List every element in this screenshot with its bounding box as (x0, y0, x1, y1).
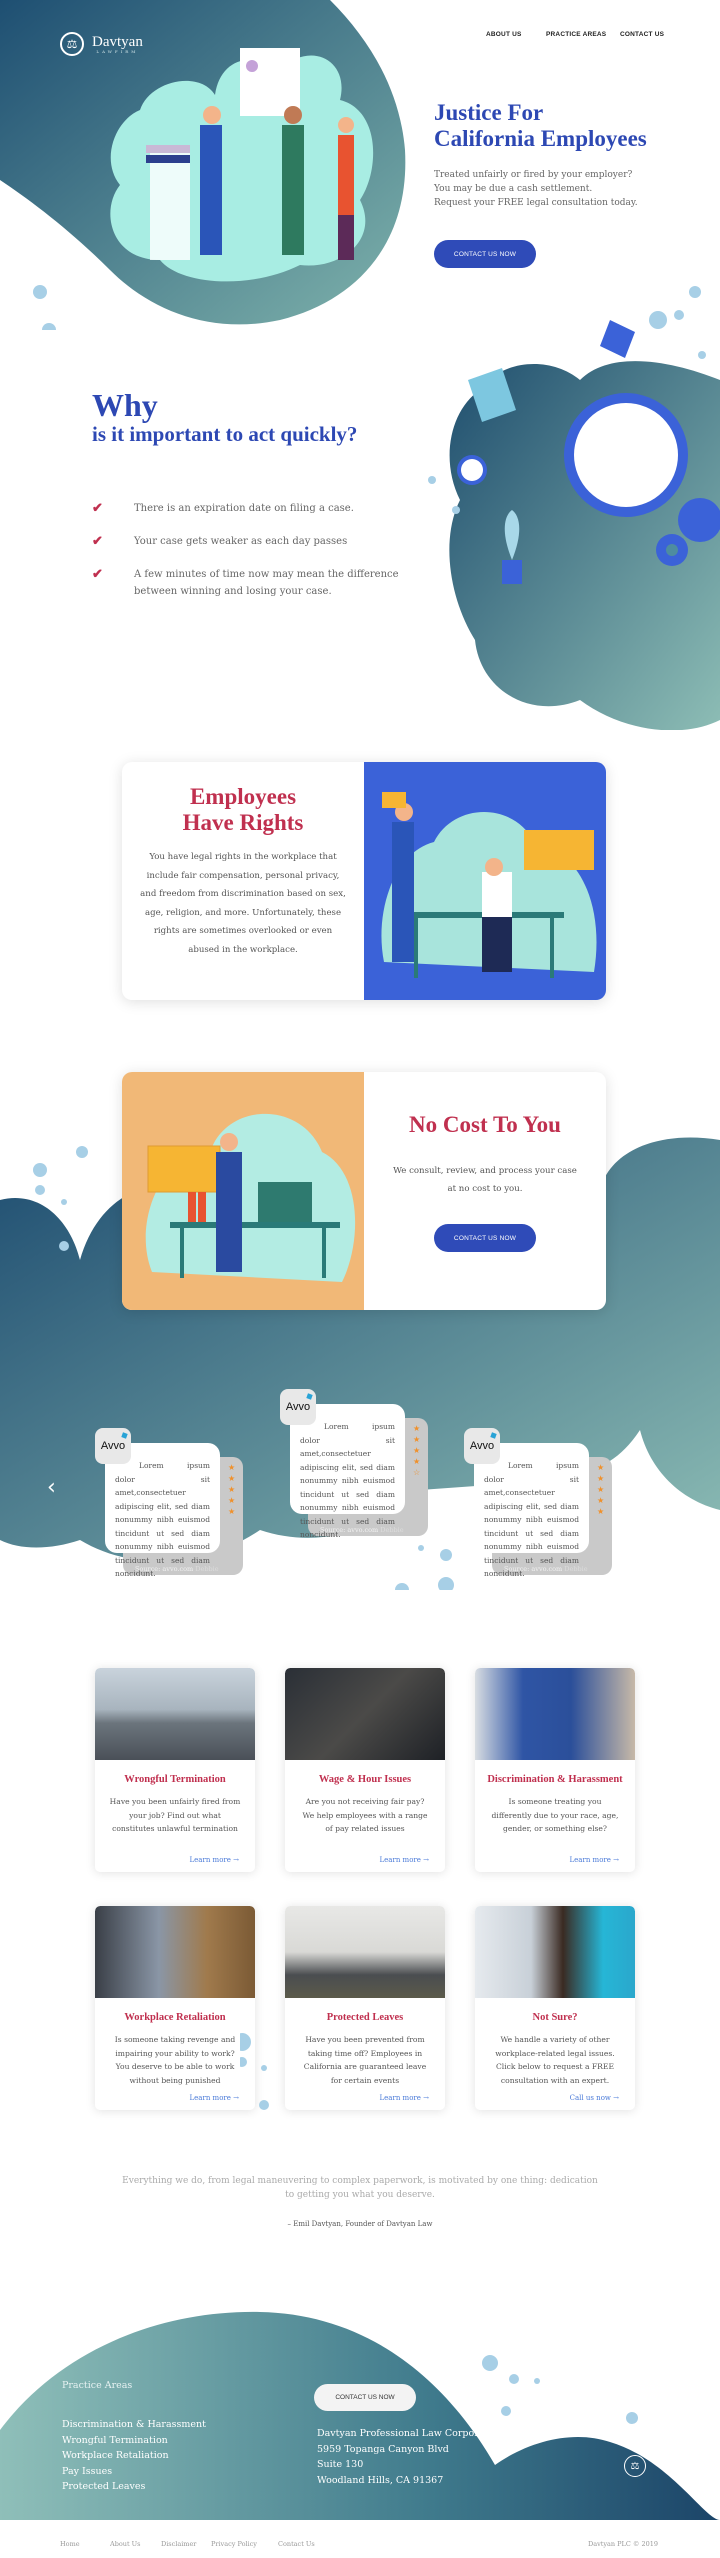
learn-more-link[interactable]: Learn more → (380, 1856, 429, 1864)
star-filled-icon: ★ (597, 1485, 605, 1494)
rights-card: Employees Have Rights You have legal rig… (122, 762, 606, 1000)
checkmark-icon: ✔ (92, 534, 103, 549)
practice-card-protected-leaves[interactable]: Protected Leaves Have you been prevented… (285, 1906, 445, 2110)
bottom-nav-disclaimer[interactable]: Disclaimer (161, 2540, 211, 2548)
star-filled-icon: ★ (597, 1474, 605, 1483)
bottom-nav-about[interactable]: About Us (110, 2540, 161, 2548)
copyright: Davtyan PLC © 2019 (588, 2540, 659, 2548)
practice-photo (475, 1668, 635, 1760)
brand-name: Davtyan (92, 33, 143, 50)
bottom-nav-home[interactable]: Home (60, 2540, 110, 2548)
star-filled-icon: ★ (228, 1463, 236, 1472)
carousel-prev-arrow[interactable]: ‹ (47, 1475, 56, 1500)
learn-more-link[interactable]: Learn more → (190, 2094, 239, 2102)
practice-card-wage-hour[interactable]: Wage & Hour Issues Are you not receiving… (285, 1668, 445, 1872)
star-filled-icon: ★ (413, 1435, 421, 1444)
checkmark-icon: ✔ (92, 501, 103, 516)
no-cost-description: We consult, review, and process your cas… (393, 1166, 577, 1194)
hero-title: Justice For California Employees (434, 100, 647, 151)
testimonial-source: Source: avvo.com Debbie (320, 1526, 404, 1534)
testimonial-source: Source: avvo.com Debbie (504, 1565, 588, 1573)
checkmark-icon: ✔ (92, 567, 103, 582)
star-filled-icon: ★ (413, 1457, 421, 1466)
person-right (338, 135, 354, 215)
call-us-link[interactable]: Call us now → (570, 2094, 619, 2102)
bottom-nav: Home About Us Disclaimer Privacy Policy … (60, 2540, 315, 2548)
star-filled-icon: ★ (228, 1474, 236, 1483)
no-cost-title: No Cost To You (409, 1112, 561, 1137)
bottom-nav-contact[interactable]: Contact Us (278, 2540, 315, 2548)
footer-practice-links: Discrimination & Harassment Wrongful Ter… (62, 2417, 206, 2495)
no-cost-illustration (122, 1072, 364, 1310)
why-heading: Why is it important to act quickly? (92, 387, 358, 446)
footer-link-retaliation[interactable]: Workplace Retaliation (62, 2450, 169, 2461)
star-filled-icon: ★ (597, 1507, 605, 1516)
contract-document (240, 48, 300, 116)
person-left (200, 125, 222, 255)
person-center (282, 125, 304, 255)
nav-contact-us[interactable]: CONTACT US (620, 31, 664, 38)
hero-contact-button[interactable]: CONTACT US NOW (434, 240, 536, 268)
footer-gavel-logo-icon: ⚖ (624, 2455, 646, 2477)
quote-author: – Emil Davtyan, Founder of Davtyan Law (287, 2220, 433, 2228)
learn-more-link[interactable]: Learn more → (570, 1856, 619, 1864)
star-filled-icon: ★ (413, 1446, 421, 1455)
practice-card-retaliation[interactable]: Workplace Retaliation Is someone taking … (95, 1906, 255, 2110)
main-nav: ABOUT US PRACTICE AREAS CONTACT US (486, 31, 664, 38)
rating-stars: ★ ★ ★ ★ ★ (597, 1463, 604, 1517)
footer-address: Davtyan Professional Law Corporation 595… (317, 2428, 504, 2486)
nav-about-us[interactable]: ABOUT US (486, 31, 546, 38)
footer-link-wrongful-termination[interactable]: Wrongful Termination (62, 2435, 168, 2446)
why-reason-item: ✔ There is an expiration date on filing … (92, 501, 354, 516)
practice-card-discrimination[interactable]: Discrimination & Harassment Is someone t… (475, 1668, 635, 1872)
star-filled-icon: ★ (597, 1463, 605, 1472)
rights-description: You have legal rights in the workplace t… (140, 852, 346, 955)
no-cost-card: No Cost To You We consult, review, and p… (122, 1072, 606, 1310)
footer-link-discrimination[interactable]: Discrimination & Harassment (62, 2419, 206, 2430)
avvo-logo: Avvo (280, 1389, 316, 1425)
practice-photo (475, 1906, 635, 1998)
star-filled-icon: ★ (413, 1424, 421, 1433)
gavel-logo-icon: ⚖ (60, 32, 84, 56)
footer-link-protected-leaves[interactable]: Protected Leaves (62, 2481, 145, 2492)
footer-link-pay-issues[interactable]: Pay Issues (62, 2466, 112, 2477)
practice-photo (95, 1906, 255, 1998)
founder-quote: Everything we do, from legal maneuvering… (122, 2176, 598, 2200)
learn-more-link[interactable]: Learn more → (380, 2094, 429, 2102)
hero-description: Treated unfairly or fired by your employ… (434, 170, 638, 208)
practice-photo (285, 1668, 445, 1760)
avvo-logo: Avvo (464, 1428, 500, 1464)
why-reasons-list: ✔ There is an expiration date on filing … (92, 500, 404, 616)
practice-photo (285, 1906, 445, 1998)
practice-photo (95, 1668, 255, 1760)
footer-contact-button[interactable]: CONTACT US NOW (314, 2384, 416, 2411)
avvo-logo: Avvo (95, 1428, 131, 1464)
no-cost-contact-button[interactable]: CONTACT US NOW (434, 1224, 536, 1252)
carousel-next-arrow[interactable]: › (657, 1475, 666, 1500)
plant-pot-icon (502, 560, 522, 584)
brand-subtitle: LAWFIRM (96, 48, 139, 54)
rating-stars: ★ ★ ★ ★ ☆ (413, 1424, 420, 1478)
brand-logo[interactable]: ⚖ Davtyan LAWFIRM (60, 32, 143, 56)
bottom-nav-privacy[interactable]: Privacy Policy (211, 2540, 278, 2548)
star-filled-icon: ★ (228, 1496, 236, 1505)
nav-practice-areas[interactable]: PRACTICE AREAS (546, 31, 620, 38)
why-reason-item: ✔ A few minutes of time now may mean the… (92, 567, 399, 597)
testimonial-source: Source: avvo.com Debbie (135, 1565, 219, 1573)
rights-title: Employees Have Rights (182, 784, 304, 835)
decorative-dots (240, 2033, 269, 2110)
practice-card-wrongful-termination[interactable]: Wrongful Termination Have you been unfai… (95, 1668, 255, 1872)
why-illustration (428, 310, 720, 730)
why-reason-item: ✔ Your case gets weaker as each day pass… (92, 534, 348, 549)
star-empty-icon: ☆ (413, 1468, 421, 1477)
footer-practice-heading: Practice Areas (62, 2380, 133, 2391)
star-filled-icon: ★ (228, 1507, 236, 1516)
practice-card-not-sure[interactable]: Not Sure? We handle a variety of other w… (475, 1906, 635, 2110)
star-filled-icon: ★ (228, 1485, 236, 1494)
star-filled-icon: ★ (597, 1496, 605, 1505)
rating-stars: ★ ★ ★ ★ ★ (228, 1463, 235, 1517)
learn-more-link[interactable]: Learn more → (190, 1856, 239, 1864)
rights-illustration (364, 762, 606, 1000)
